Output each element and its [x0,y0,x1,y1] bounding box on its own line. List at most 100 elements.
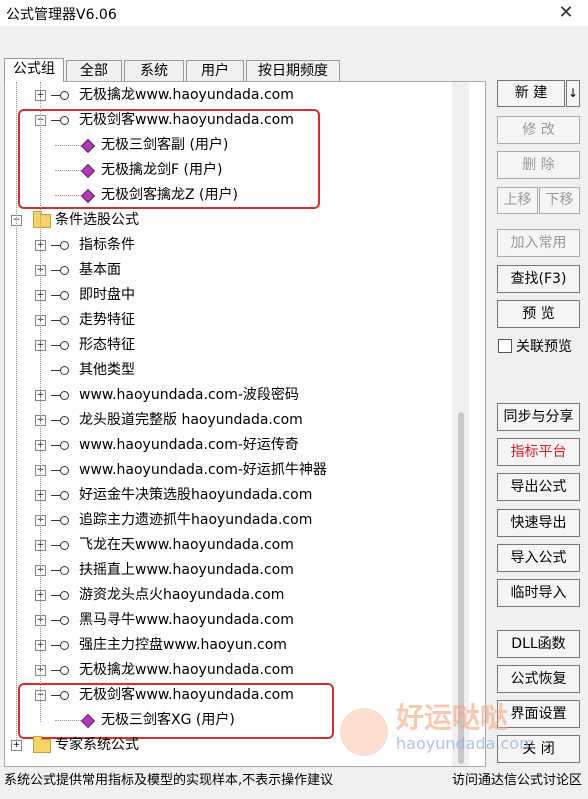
preview-button[interactable]: 预 览 [497,300,580,328]
user-formula-icon [80,188,96,204]
formula-tree[interactable]: + 无极擒龙www.haoyundada.com − 无极剑客www.haoyunda… [4,81,486,767]
tree-item-label: 飞龙在天www.haoyundada.com [79,537,294,553]
delete-button[interactable]: 删 除 [497,151,580,179]
tree-item[interactable]: + 追踪主力遗迹抓牛haoyundada.com [5,508,445,533]
formula-key-icon [49,633,69,658]
temp-import-button[interactable]: 临时导入 [497,579,580,607]
tree-item[interactable]: 无极三剑客副 (用户) [5,133,445,158]
tree-connector [55,145,81,146]
edit-button[interactable]: 修 改 [497,116,580,144]
status-bar: 系统公式提供常用指标及模型的实现样本,不表示操作建议 访问通达信公式讨论区 [0,770,588,799]
tree-item-label: www.haoyundada.com-好运抓牛神器 [79,462,327,478]
tree-item[interactable]: + 龙头股道完整版 haoyundada.com [5,408,445,433]
tree-item[interactable]: + 好运金牛决策选股haoyundada.com [5,483,445,508]
import-formula-button[interactable]: 导入公式 [497,544,580,572]
tree-item-label: 无极擒龙www.haoyundada.com [79,662,294,678]
watermark-url: haoyundada.com [396,734,535,753]
tree-item[interactable]: + 无极擒龙www.haoyundada.com [5,658,445,683]
formula-key-icon [49,458,69,483]
user-formula-icon [80,138,96,154]
export-formula-button[interactable]: 导出公式 [497,473,580,501]
dll-function-button[interactable]: DLL函数 [497,630,580,658]
move-up-button[interactable]: 上移 [497,187,538,214]
tree-item[interactable]: + 指标条件 [5,233,445,258]
tree-item-label: www.haoyundada.com-好运传奇 [79,437,299,453]
formula-key-icon [49,283,69,308]
forum-link[interactable]: 访问通达信公式讨论区 [452,770,582,792]
quick-export-button[interactable]: 快速导出 [497,509,580,537]
tree-item-label: 无极剑客www.haoyundada.com [79,112,294,128]
tree-item-label: 无极三剑客副 (用户) [101,137,229,153]
new-dropdown-button[interactable]: ↓ [566,80,580,107]
formula-key-icon [49,433,69,458]
tree-item[interactable]: 无极擒龙剑F (用户) [5,158,445,183]
tree-item-label: 无极擒龙剑F (用户) [101,162,223,178]
tree-item[interactable]: + www.haoyundada.com-好运传奇 [5,433,445,458]
formula-key-icon [49,608,69,633]
formula-key-icon [49,233,69,258]
indicator-platform-button[interactable]: 指标平台 [497,438,580,466]
tree-item[interactable]: + 飞龙在天www.haoyundada.com [5,533,445,558]
move-down-button[interactable]: 下移 [539,187,580,214]
tree-item-label: 形态特征 [79,337,135,353]
formula-key-icon [49,658,69,683]
close-icon[interactable]: ✕ [544,0,588,26]
tree-item[interactable]: + www.haoyundada.com-好运抓牛神器 [5,458,445,483]
tree-item[interactable]: 其他类型 [5,358,445,383]
tree-item-label: 基本面 [79,262,121,278]
add-common-button[interactable]: 加入常用 [497,229,580,257]
formula-key-icon [49,583,69,608]
tab-by-date-frequency[interactable]: 按日期频度 [246,60,340,81]
tree-item[interactable]: + 基本面 [5,258,445,283]
find-button[interactable]: 查找(F3) [497,265,580,293]
formula-key-icon [49,383,69,408]
tree-connector [55,170,81,171]
tree-item[interactable]: + www.haoyundada.com-波段密码 [5,383,445,408]
formula-key-icon [49,408,69,433]
tree-item[interactable]: + 走势特征 [5,308,445,333]
tab-system[interactable]: 系统 [124,60,184,81]
formula-key-icon [49,508,69,533]
tab-all[interactable]: 全部 [66,60,122,81]
tree-item-label: 无极擒龙www.haoyundada.com [79,87,294,103]
tree-item-label: 走势特征 [79,312,135,328]
tree-item[interactable]: + 无极擒龙www.haoyundada.com [5,83,445,108]
tree-connector [16,82,17,742]
tree-item[interactable]: + 即时盘中 [5,283,445,308]
tree-item-label: www.haoyundada.com-波段密码 [79,387,299,403]
tree-item[interactable]: 无极剑客擒龙Z (用户) [5,183,445,208]
formula-key-icon [49,558,69,583]
new-button[interactable]: 新 建 [497,80,565,107]
vertical-scrollbar[interactable] [452,82,469,766]
formula-key-icon [49,333,69,358]
tree-item-label: 专家系统公式 [55,737,139,753]
watermark-logo-icon [340,708,388,756]
tree-item-label: 无极剑客擒龙Z (用户) [101,187,238,203]
sync-share-button[interactable]: 同步与分享 [497,403,580,431]
tree-item[interactable]: + 黑马寻牛www.haoyundada.com [5,608,445,633]
folder-icon [33,211,51,228]
tree-item-label: 其他类型 [79,362,135,378]
linked-preview-checkbox[interactable] [498,339,512,353]
tree-item-label: 龙头股道完整版 haoyundada.com [79,412,303,428]
formula-key-icon [49,258,69,283]
tree-item-label: 条件选股公式 [55,212,139,228]
status-text: 系统公式提供常用指标及模型的实现样本,不表示操作建议 [4,773,334,788]
tree-item[interactable]: − 无极剑客www.haoyundada.com [5,108,445,133]
tab-user[interactable]: 用户 [186,60,244,81]
watermark: 好运哒哒 haoyundada.com [340,690,570,770]
user-formula-icon [80,163,96,179]
tree-item[interactable]: + 形态特征 [5,333,445,358]
watermark-text: 好运哒哒 [396,701,509,734]
tab-formula-group[interactable]: 公式组 [4,58,64,82]
tree-connector [55,195,81,196]
restore-formula-button[interactable]: 公式恢复 [497,665,580,693]
formula-key-icon [49,533,69,558]
tree-item[interactable]: + 游资龙头点火haoyundada.com [5,583,445,608]
tree-item[interactable]: − 条件选股公式 [5,208,445,233]
tree-item[interactable]: + 扶摇直上www.haoyundada.com [5,558,445,583]
tree-connector [55,720,81,721]
tree-item-label: 即时盘中 [79,287,135,303]
tree-item[interactable]: + 强庄主力控盘www.haoyun.com [5,633,445,658]
tree-item-label: 好运金牛决策选股haoyundada.com [79,487,313,503]
